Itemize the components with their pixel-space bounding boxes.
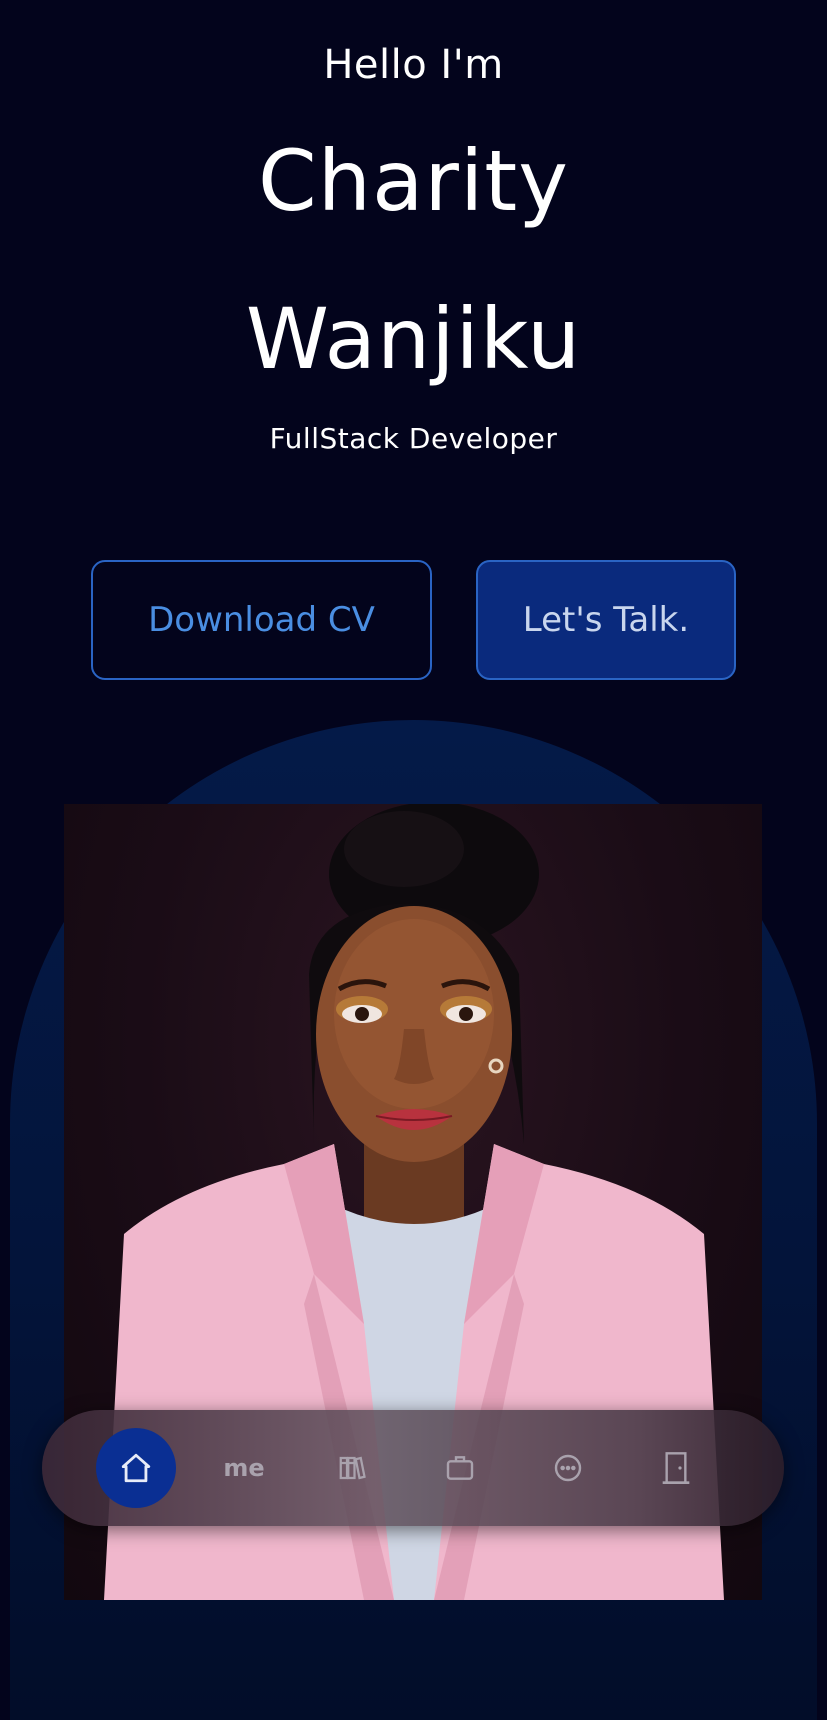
nav-contact-button[interactable] [528,1428,608,1508]
nav-logout-button[interactable] [636,1428,716,1508]
nav-skills-button[interactable] [312,1428,392,1508]
nav-portfolio-button[interactable] [420,1428,500,1508]
briefcase-icon [446,1456,474,1480]
greeting-text: Hello I'm [323,42,504,88]
books-icon [339,1456,366,1480]
first-name-heading: Charity [258,132,569,230]
role-subtitle: FullStack Developer [269,422,558,455]
home-icon [121,1453,151,1483]
last-name-heading: Wanjiku [245,290,582,388]
me-label: me [223,1454,265,1482]
download-cv-button[interactable]: Download CV [91,560,432,680]
nav-about-me-button[interactable]: me [204,1428,284,1508]
chat-bubble-icon [554,1454,582,1482]
nav-home-button[interactable] [96,1428,176,1508]
door-icon [662,1452,690,1484]
lets-talk-button[interactable]: Let's Talk. [476,560,736,680]
bottom-navigation-bar: me [42,1410,784,1526]
